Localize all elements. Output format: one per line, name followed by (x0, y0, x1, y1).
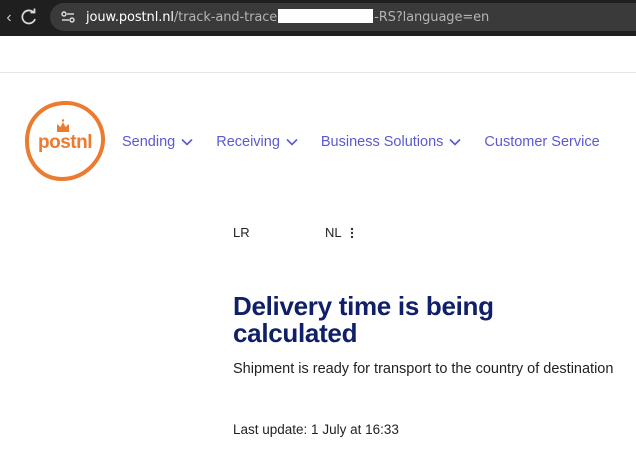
chevron-down-icon (286, 138, 298, 146)
reload-icon[interactable] (18, 6, 40, 28)
nav-customer-service[interactable]: Customer Service (484, 134, 599, 150)
browser-toolbar: ‹ jouw.postnl.nl/track-and-trace -RS?lang… (0, 0, 636, 36)
url-text[interactable]: jouw.postnl.nl/track-and-trace -RS?langua… (86, 9, 489, 25)
nav-business-solutions-label: Business Solutions (320, 134, 444, 150)
url-path-start: /track-and-trace (173, 10, 278, 25)
chevron-down-icon (181, 138, 193, 146)
nav-customer-service-label: Customer Service (484, 134, 600, 150)
site-info-icon[interactable] (60, 9, 76, 25)
destination-country: NL (325, 225, 342, 240)
nav-sending[interactable]: Sending (122, 134, 193, 150)
nav-sending-label: Sending (122, 134, 176, 150)
last-update-text: Last update: 1 July at 16:33 (233, 422, 399, 437)
url-path-end: -RS?language=en (374, 10, 490, 25)
address-bar[interactable]: jouw.postnl.nl/track-and-trace -RS?langua… (50, 3, 636, 31)
nav-receiving[interactable]: Receiving (216, 134, 298, 150)
main-navigation: Sending Receiving Business Solutions Cus… (122, 134, 600, 150)
header-divider (0, 72, 636, 73)
chevron-down-icon (449, 138, 461, 146)
more-vertical-icon[interactable] (350, 227, 354, 239)
redaction-block (278, 9, 374, 23)
shipment-route: LR NL (233, 225, 354, 240)
delivery-status-description: Shipment is ready for transport to the c… (233, 361, 614, 377)
back-arrow-icon[interactable]: ‹ (0, 9, 18, 27)
logo-wordmark: postnl (38, 132, 92, 153)
reload-icon-svg (21, 8, 36, 25)
origin-country: LR (233, 225, 250, 240)
delivery-status-title: Delivery time is being calculated (233, 291, 494, 348)
nav-business-solutions[interactable]: Business Solutions (321, 134, 462, 150)
url-host: jouw.postnl.nl (86, 10, 174, 25)
postnl-logo[interactable]: postnl (24, 100, 106, 182)
nav-receiving-label: Receiving (216, 134, 280, 150)
